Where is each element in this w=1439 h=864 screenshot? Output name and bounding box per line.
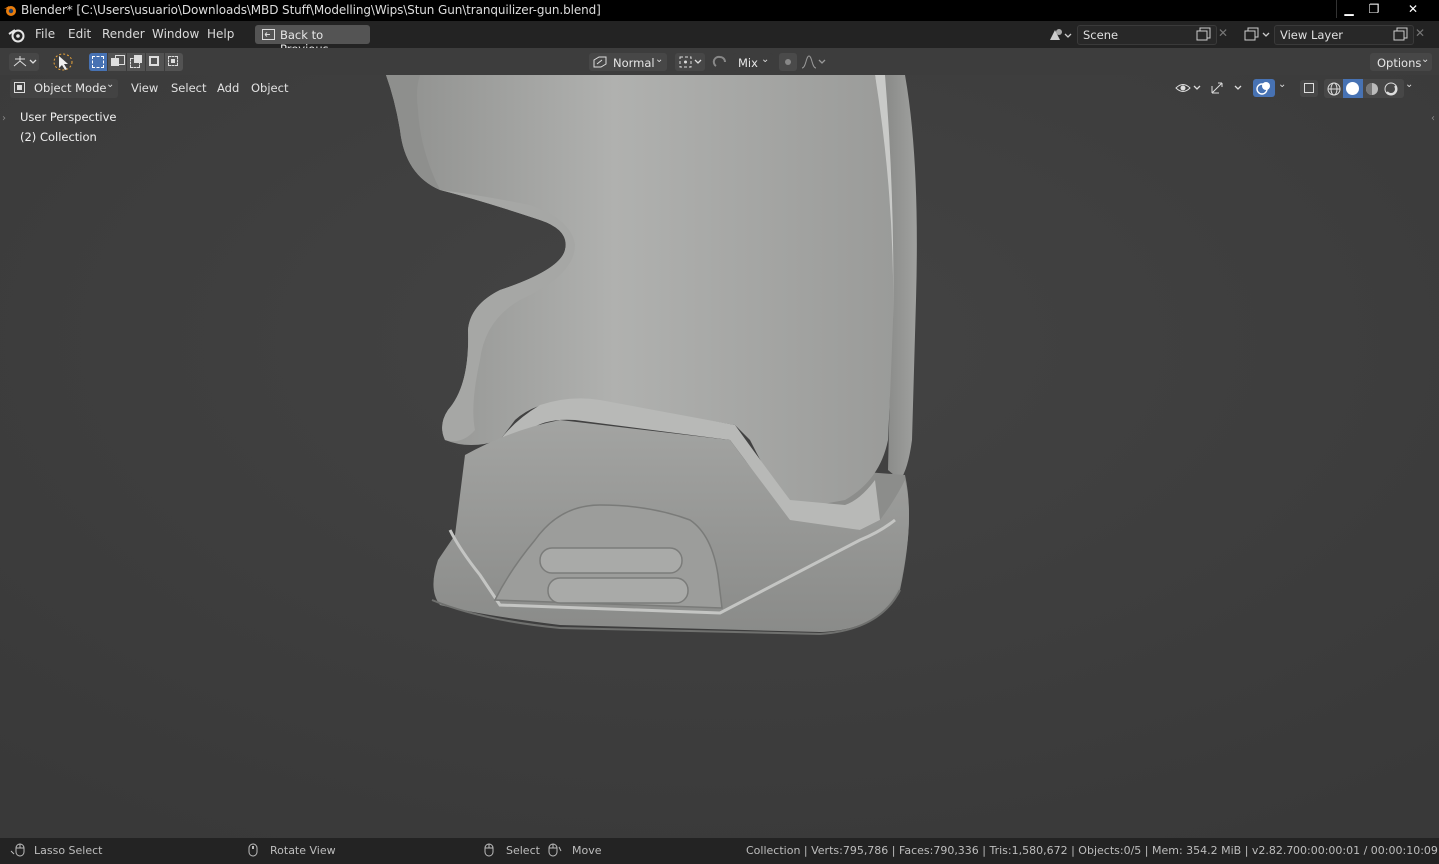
viewport-menu-view[interactable]: View (131, 81, 158, 95)
chevron-down-icon: ⌄ (655, 54, 664, 65)
magnet-icon (712, 55, 726, 67)
shading-solid-icon (1346, 82, 1359, 95)
select-mode-difference[interactable] (146, 53, 164, 71)
chevron-down-icon: ⌄ (761, 54, 770, 65)
sidebar-expand-arrow-icon[interactable]: ‹ (1431, 113, 1435, 124)
menu-render[interactable]: Render (102, 27, 145, 41)
proportional-falloff-dropdown[interactable] (800, 53, 828, 71)
mouse-middle-icon (248, 843, 258, 857)
snap-mode-dropdown[interactable]: Mix ⌄ (733, 53, 773, 71)
blender-menu-icon[interactable] (8, 26, 26, 44)
scene-name: Scene (1083, 28, 1119, 42)
options-dropdown[interactable]: Options ⌄ (1370, 53, 1432, 71)
viewport-menu-object[interactable]: Object (251, 81, 288, 95)
close-window-button[interactable]: ✕ (1388, 0, 1438, 18)
xray-toggle[interactable] (1300, 80, 1318, 97)
3d-viewport[interactable] (0, 75, 1439, 838)
object-mode-icon (14, 82, 25, 93)
overlays-toggle[interactable] (1253, 79, 1275, 97)
maximize-button[interactable]: ❐ (1362, 0, 1386, 18)
object-mode-label: Object Mode (34, 81, 107, 95)
visibility-eye-icon[interactable] (1174, 80, 1204, 96)
proportional-editing-icon (785, 59, 791, 65)
menu-help[interactable]: Help (207, 27, 234, 41)
shading-solid-button[interactable] (1343, 79, 1363, 98)
snap-toggle[interactable] (710, 53, 730, 71)
delete-scene-icon[interactable]: ✕ (1218, 26, 1228, 40)
viewport-menu-select[interactable]: Select (171, 81, 206, 95)
blender-logo-icon (4, 6, 16, 16)
status-hint-rotate: Rotate View (270, 844, 336, 857)
status-hint-move: Move (572, 844, 602, 857)
3d-viewport-icon (13, 56, 37, 67)
back-to-previous-button[interactable]: Back to Previous (255, 25, 370, 56)
view-layer-name: View Layer (1280, 28, 1344, 42)
shading-material-icon[interactable] (1364, 81, 1380, 97)
options-label: Options (1377, 56, 1422, 70)
shading-rendered-icon[interactable] (1383, 81, 1399, 97)
view-perspective-label: User Perspective (20, 110, 117, 124)
overlays-icon (1256, 82, 1270, 95)
new-scene-icon[interactable] (1196, 27, 1212, 41)
pivot-point-dropdown[interactable] (675, 53, 705, 71)
orientation-value: Normal (613, 56, 655, 70)
snap-mode-value: Mix (738, 56, 758, 70)
mouse-left-click-icon (484, 843, 494, 857)
lasso-tool-icon[interactable] (50, 51, 74, 73)
chevron-down-icon[interactable]: ⌄ (1278, 79, 1286, 90)
orientation-icon (593, 56, 607, 68)
status-bar: Lasso Select Rotate View Select Move Col… (0, 838, 1439, 864)
status-hint-lasso: Lasso Select (34, 844, 103, 857)
model-mesh (0, 75, 1439, 838)
select-mode-intersect[interactable] (165, 53, 183, 71)
view-layer-selector-icon[interactable] (1244, 27, 1272, 43)
window-titlebar: Blender* [C:\Users\usuario\Downloads\MBD… (0, 0, 1439, 21)
proportional-editing-toggle[interactable] (779, 53, 797, 71)
select-mode-subtract[interactable] (127, 53, 145, 71)
delete-view-layer-icon[interactable]: ✕ (1415, 26, 1425, 40)
transform-orientation-dropdown[interactable]: Normal ⌄ (589, 53, 667, 71)
select-mode-new[interactable] (89, 53, 107, 71)
menu-window[interactable]: Window (152, 27, 199, 41)
editor-type-dropdown[interactable] (9, 53, 39, 71)
shading-wireframe-icon[interactable] (1326, 81, 1342, 97)
window-title: Blender* [C:\Users\usuario\Downloads\MBD… (21, 3, 601, 17)
xray-icon (1304, 83, 1314, 93)
scene-statistics: Collection | Verts:795,786 | Faces:790,3… (746, 844, 1294, 857)
select-mode-extend[interactable] (108, 53, 126, 71)
toolbar-expand-arrow-icon[interactable]: › (2, 113, 6, 124)
playback-time: 00:00:00:01 / 00:00:10:09 (1293, 844, 1438, 857)
scene-selector-icon[interactable] (1047, 27, 1073, 43)
menu-file[interactable]: File (35, 27, 55, 41)
select-new-icon (92, 56, 104, 68)
new-view-layer-icon[interactable] (1393, 27, 1409, 41)
status-hint-select: Select (506, 844, 540, 857)
pivot-icon (679, 56, 702, 68)
viewport-menu-add[interactable]: Add (217, 81, 239, 95)
object-mode-dropdown[interactable]: Object Mode ⌄ (10, 79, 118, 98)
menu-edit[interactable]: Edit (68, 27, 91, 41)
gizmo-toggle-icon[interactable] (1209, 80, 1245, 96)
select-difference-icon (149, 56, 159, 66)
falloff-curve-icon (801, 55, 826, 69)
chevron-down-icon: ⌄ (106, 79, 115, 90)
mouse-right-drag-icon (548, 843, 562, 857)
mouse-left-drag-icon (10, 843, 25, 857)
chevron-down-icon: ⌄ (1421, 54, 1430, 65)
minimize-button[interactable]: ▁ (1336, 0, 1361, 18)
back-icon (262, 29, 275, 40)
chevron-down-icon[interactable]: ⌄ (1405, 79, 1413, 90)
active-collection-label: (2) Collection (20, 130, 97, 144)
